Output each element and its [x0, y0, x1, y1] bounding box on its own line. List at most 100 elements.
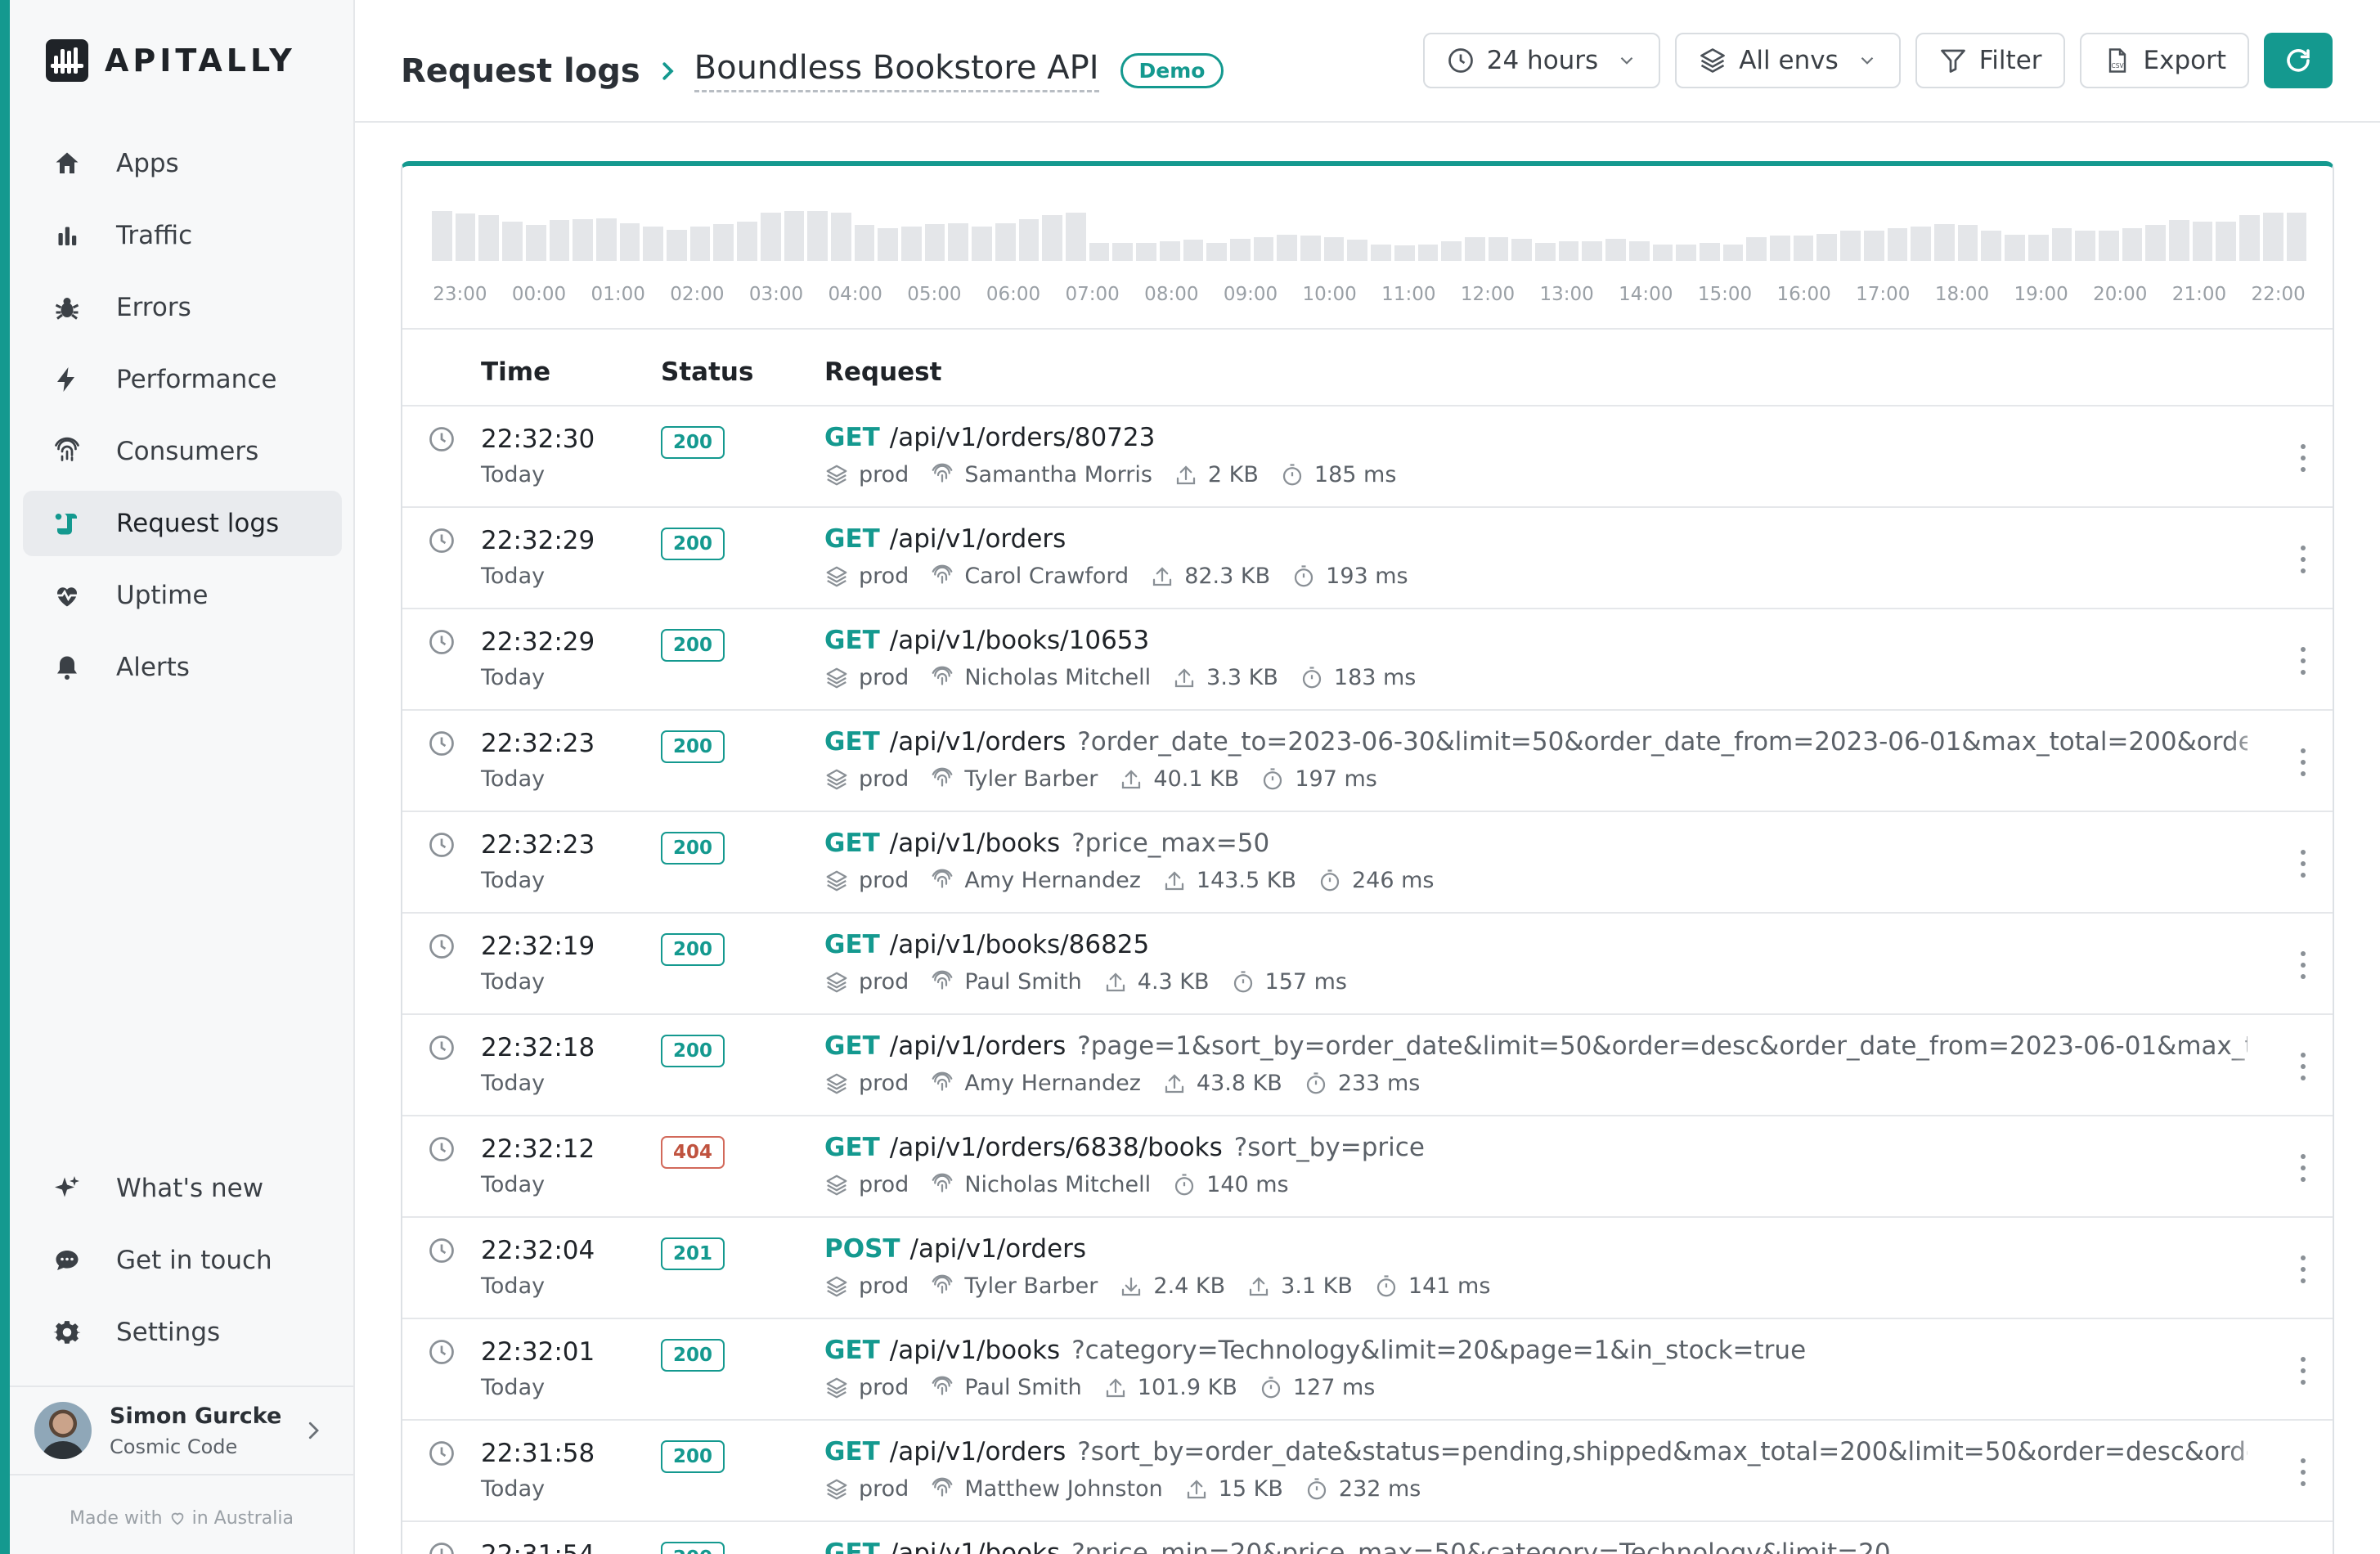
- histogram-bar[interactable]: [1323, 237, 1345, 261]
- request-line[interactable]: GET/api/v1/books/86825: [824, 930, 2248, 959]
- table-row[interactable]: 22:32:12 Today 404 GET/api/v1/orders/6838/b…: [402, 1116, 2333, 1218]
- histogram-bar[interactable]: [619, 222, 640, 261]
- histogram-bar[interactable]: [1605, 239, 1626, 261]
- histogram-bar[interactable]: [1558, 240, 1579, 261]
- more-menu-icon[interactable]: [2298, 1458, 2308, 1486]
- histogram-bar[interactable]: [1277, 235, 1298, 261]
- histogram-bar[interactable]: [1911, 227, 1931, 261]
- request-line[interactable]: GET/api/v1/orders ?page=1&sort_by=order_d…: [824, 1031, 2248, 1061]
- sidebar-item-settings[interactable]: Settings: [23, 1300, 342, 1365]
- histogram-bar[interactable]: [1793, 236, 1814, 261]
- histogram-bar[interactable]: [1159, 240, 1180, 261]
- export-button[interactable]: CSV Export: [2079, 33, 2249, 88]
- histogram-bar[interactable]: [455, 213, 476, 261]
- more-menu-icon[interactable]: [2298, 1154, 2308, 1182]
- histogram-bar[interactable]: [478, 214, 500, 261]
- histogram-bar[interactable]: [573, 218, 593, 261]
- env-dropdown[interactable]: All envs: [1675, 33, 1901, 88]
- histogram-bar[interactable]: [1981, 230, 2002, 261]
- histogram-bar[interactable]: [1417, 244, 1439, 261]
- more-menu-icon[interactable]: [2298, 546, 2308, 573]
- period-dropdown[interactable]: 24 hours: [1422, 33, 1661, 88]
- histogram-bar[interactable]: [2051, 228, 2072, 261]
- histogram-bar[interactable]: [595, 218, 617, 261]
- more-menu-icon[interactable]: [2298, 748, 2308, 776]
- request-line[interactable]: POST/api/v1/orders: [824, 1234, 2248, 1264]
- histogram-bar[interactable]: [1722, 244, 1744, 261]
- histogram-bar[interactable]: [972, 227, 992, 261]
- histogram-bar[interactable]: [432, 211, 452, 261]
- histogram-bar[interactable]: [1582, 240, 1603, 261]
- histogram-bar[interactable]: [1300, 236, 1321, 261]
- histogram-bar[interactable]: [502, 222, 523, 261]
- request-line[interactable]: GET/api/v1/orders: [824, 524, 2248, 554]
- table-row[interactable]: 22:31:54Today200GET/api/v1/books?price_m…: [402, 1522, 2333, 1554]
- table-row[interactable]: 22:32:23 Today 200 GET/api/v1/orders ?order_…: [402, 711, 2333, 812]
- histogram-bar[interactable]: [1112, 242, 1134, 261]
- sidebar-item-traffic[interactable]: Traffic: [23, 203, 342, 268]
- histogram-bar[interactable]: [2005, 235, 2025, 261]
- sidebar-item-request-logs[interactable]: Request logs: [23, 491, 342, 556]
- histogram-bar[interactable]: [1628, 240, 1650, 261]
- sidebar-item-performance[interactable]: Performance: [23, 347, 342, 412]
- table-row[interactable]: 22:32:01 Today 200 GET/api/v1/books ?categor…: [402, 1319, 2333, 1421]
- table-row[interactable]: 22:32:30 Today 200 GET/api/v1/orders/80723 p…: [402, 406, 2333, 508]
- breadcrumb-root[interactable]: Request logs: [401, 52, 640, 90]
- histogram-bar[interactable]: [1699, 242, 1720, 261]
- histogram-bar[interactable]: [2239, 214, 2260, 261]
- table-row[interactable]: 22:32:29 Today 200 GET/api/v1/orders prod Car…: [402, 508, 2333, 609]
- sidebar-item-apps[interactable]: Apps: [23, 131, 342, 196]
- more-menu-icon[interactable]: [2298, 951, 2308, 979]
- histogram-bar[interactable]: [1229, 239, 1251, 261]
- more-menu-icon[interactable]: [2298, 1357, 2308, 1385]
- histogram-bar[interactable]: [1676, 244, 1696, 261]
- more-menu-icon[interactable]: [2298, 1053, 2308, 1080]
- histogram-bar[interactable]: [2286, 213, 2307, 261]
- histogram-bar[interactable]: [1887, 228, 1908, 261]
- histogram-bar[interactable]: [1183, 240, 1204, 261]
- histogram-bar[interactable]: [1089, 242, 1110, 261]
- table-row[interactable]: 22:32:04 Today 201 POST/api/v1/orders prod Ty…: [402, 1218, 2333, 1319]
- histogram-bar[interactable]: [2098, 230, 2119, 261]
- histogram-bar[interactable]: [1488, 237, 1509, 261]
- more-menu-icon[interactable]: [2298, 1255, 2308, 1283]
- sidebar-item-get-in-touch[interactable]: Get in touch: [23, 1228, 342, 1293]
- histogram-bar[interactable]: [549, 220, 570, 261]
- histogram-bar[interactable]: [1863, 230, 1884, 261]
- histogram-bar[interactable]: [924, 224, 945, 261]
- more-menu-icon[interactable]: [2298, 850, 2308, 878]
- histogram-bar[interactable]: [643, 227, 664, 261]
- histogram-bar[interactable]: [2145, 225, 2167, 261]
- request-line[interactable]: GET/api/v1/books ?price_max=50: [824, 829, 2248, 858]
- table-row[interactable]: 22:32:29 Today 200 GET/api/v1/books/10653 pr…: [402, 609, 2333, 711]
- histogram-bar[interactable]: [2027, 235, 2049, 261]
- histogram-bar[interactable]: [1371, 244, 1391, 261]
- histogram-bar[interactable]: [1347, 240, 1368, 261]
- sidebar-item-what-s-new[interactable]: What's new: [23, 1156, 342, 1221]
- histogram-bar[interactable]: [1511, 239, 1533, 261]
- histogram-bar[interactable]: [737, 222, 757, 261]
- histogram-bar[interactable]: [1535, 242, 1556, 261]
- histogram-bar[interactable]: [1957, 225, 1978, 261]
- histogram-bar[interactable]: [948, 222, 969, 261]
- histogram-bar[interactable]: [760, 213, 781, 261]
- request-line[interactable]: GET/api/v1/books ?category=Technology&lim…: [824, 1336, 2248, 1365]
- sidebar-item-consumers[interactable]: Consumers: [23, 419, 342, 484]
- sidebar-item-uptime[interactable]: Uptime: [23, 563, 342, 628]
- more-menu-icon[interactable]: [2298, 647, 2308, 675]
- histogram-bar[interactable]: [525, 225, 546, 261]
- histogram-bar[interactable]: [667, 229, 687, 261]
- histogram-bar[interactable]: [784, 211, 805, 261]
- histogram-bar[interactable]: [1136, 242, 1156, 261]
- refresh-button[interactable]: [2264, 33, 2333, 88]
- histogram-bar[interactable]: [1652, 244, 1673, 261]
- request-line[interactable]: GET/api/v1/orders/6838/books ?sort_by=pri…: [824, 1133, 2248, 1162]
- histogram-bar[interactable]: [1042, 214, 1062, 261]
- histogram-bar[interactable]: [713, 224, 734, 261]
- histogram-bar[interactable]: [1464, 237, 1485, 261]
- histogram-bar[interactable]: [1206, 242, 1227, 261]
- histogram-bar[interactable]: [689, 227, 711, 261]
- histogram-bar[interactable]: [878, 228, 899, 261]
- table-row[interactable]: 22:31:58 Today 200 GET/api/v1/orders ?sort_b…: [402, 1421, 2333, 1522]
- histogram-bar[interactable]: [1746, 237, 1767, 261]
